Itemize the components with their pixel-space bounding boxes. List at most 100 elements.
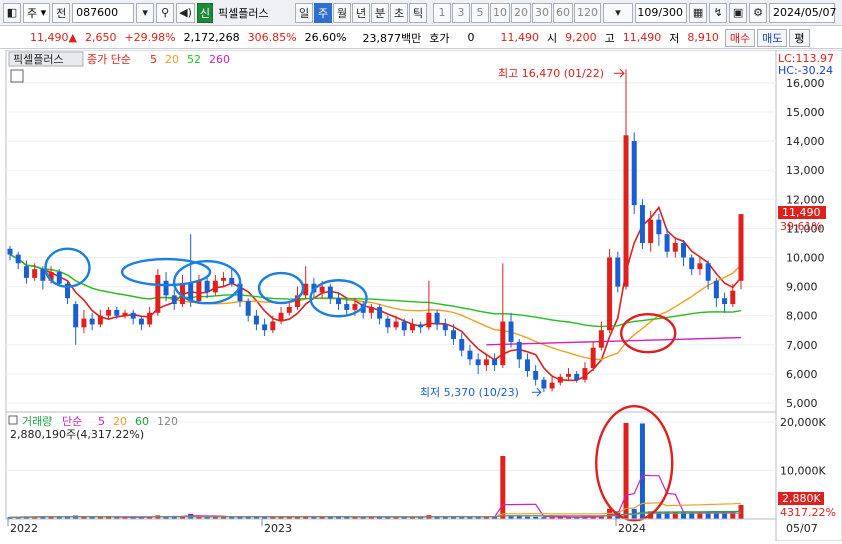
candle-body <box>56 272 62 284</box>
candle-body <box>23 266 29 278</box>
current-price: 11,490▲ <box>30 31 77 44</box>
candle-body <box>336 298 342 305</box>
candle-body <box>541 379 547 389</box>
candle-body <box>648 219 654 243</box>
chart-area[interactable]: 16,000 15,000 14,000 13,000 12,000 11,000 10,0… <box>0 49 842 542</box>
candle-body <box>15 254 21 264</box>
period-tab[interactable]: 일 <box>295 2 314 23</box>
price-change-pct: +29.98% <box>124 31 176 44</box>
ma-legend-item: 52 <box>187 53 201 66</box>
date-field[interactable]: 2024/05/07 <box>769 2 836 23</box>
candle-body <box>631 141 637 206</box>
market-select[interactable]: 주 ▾ <box>23 2 51 23</box>
candle-body <box>130 312 136 319</box>
period-tab[interactable]: 년 <box>352 2 371 23</box>
volume-current-pct: 4317.22% <box>780 506 836 519</box>
candle-body <box>262 324 268 331</box>
candle-body <box>566 373 572 377</box>
volume-panel-icon[interactable] <box>8 415 18 425</box>
code-dropdown-icon[interactable]: ▾ <box>136 2 155 23</box>
volume-current-line: 2,880,190주(4,317.22%) <box>10 428 144 441</box>
price-y-tick: 12,000 <box>786 193 825 206</box>
speaker-icon[interactable]: ◀) <box>176 2 195 23</box>
candle-body <box>730 290 736 305</box>
candle-body <box>500 321 506 366</box>
current-price-tag-text: 11,490 <box>782 206 821 219</box>
high-price: 11,490 <box>622 31 662 44</box>
hc-value: HC:-30.24 <box>778 64 833 77</box>
candle-body <box>697 263 703 270</box>
candle-body <box>171 295 177 305</box>
volume-current-tag-text: 2,880K <box>782 492 821 505</box>
candle-body <box>401 321 407 331</box>
candle-body <box>524 359 530 371</box>
volume-y-tick: 10,000K <box>780 465 826 478</box>
interval-dropdown-icon[interactable]: ▾ <box>603 2 634 23</box>
interval-button[interactable]: 30 <box>532 2 553 23</box>
period-tab[interactable]: 월 <box>333 2 352 23</box>
interval-button[interactable]: 5 <box>471 2 490 23</box>
candle-body <box>319 286 325 293</box>
period-tab[interactable]: 초 <box>390 2 409 23</box>
prefix-button[interactable]: 전 <box>52 2 71 23</box>
interval-button[interactable]: 20 <box>511 2 532 23</box>
price-y-tick: 7,000 <box>786 339 818 352</box>
interval-buttons: 1 3 5 10 20 30 60 120 <box>433 2 602 23</box>
candle-body <box>574 373 580 380</box>
period-tabs: 일주월년분초틱 <box>295 2 428 23</box>
candle-body <box>672 242 678 252</box>
high-label: 고 <box>604 31 615 45</box>
interval-button[interactable]: 1 <box>433 2 452 23</box>
stock-name: 픽셀플러스 <box>218 6 269 20</box>
turnover: 26.60% <box>304 31 347 44</box>
new-listing-tag: 신 <box>196 2 214 23</box>
candle-body <box>598 330 604 348</box>
x-axis-label: 2024 <box>618 522 646 535</box>
candle-body <box>492 359 498 366</box>
volume-bar <box>738 505 744 519</box>
bar-count-field[interactable]: 109/300 <box>635 2 688 23</box>
gear-icon[interactable]: ⚙ <box>749 2 768 23</box>
interval-button[interactable]: 10 <box>490 2 511 23</box>
candle-body <box>204 280 210 293</box>
period-tab[interactable]: 분 <box>371 2 390 23</box>
price-volume-chart[interactable]: 16,00015,00014,00013,00012,00011,00010,0… <box>0 49 842 542</box>
candle-body <box>393 321 399 328</box>
hoga-label: 호가 <box>429 31 450 45</box>
candle-body <box>664 234 670 252</box>
price-y-tick: 13,000 <box>786 164 825 177</box>
candle-body <box>270 321 276 331</box>
price-y-tick: 6,000 <box>786 368 818 381</box>
sell-button[interactable]: 매도 <box>757 28 788 47</box>
search-icon[interactable]: ⚲ <box>156 2 175 23</box>
price-y-tick: 8,000 <box>786 310 818 323</box>
price-y-tick: 14,000 <box>786 135 825 148</box>
candle-body <box>286 306 292 313</box>
volume-title: 거래량 <box>22 415 52 428</box>
price-y-tick: 16,000 <box>786 77 825 90</box>
candle-body <box>32 269 38 278</box>
period-tab[interactable]: 주 <box>314 2 333 23</box>
volume-bar <box>623 422 629 519</box>
volume-ma-legend-item: 120 <box>157 415 178 428</box>
chart-menu-icon[interactable]: ◧ <box>3 2 21 23</box>
candle-body <box>229 277 235 284</box>
volume: 2,172,268 <box>183 31 240 44</box>
buy-button[interactable]: 매수 <box>724 28 756 47</box>
candle-body <box>549 382 555 389</box>
period-tab[interactable]: 틱 <box>409 2 428 23</box>
candle-body <box>122 312 128 316</box>
interval-button[interactable]: 60 <box>553 2 574 23</box>
interval-button[interactable]: 3 <box>452 2 471 23</box>
candle-body <box>196 280 202 302</box>
save-icon[interactable]: ▣ <box>729 2 748 23</box>
x-axis-label: 2023 <box>264 522 292 535</box>
low-price: 8,910 <box>687 31 719 44</box>
grid-toggle-icon[interactable] <box>10 69 24 83</box>
open-price: 9,200 <box>565 31 597 44</box>
indicator-icon[interactable]: ▦ <box>689 2 708 23</box>
eval-button[interactable]: 평 <box>789 28 810 47</box>
stock-code-input[interactable]: 087600 <box>72 2 135 23</box>
chart-settings-icon[interactable]: ↯ <box>709 2 728 23</box>
interval-button[interactable]: 120 <box>574 2 602 23</box>
